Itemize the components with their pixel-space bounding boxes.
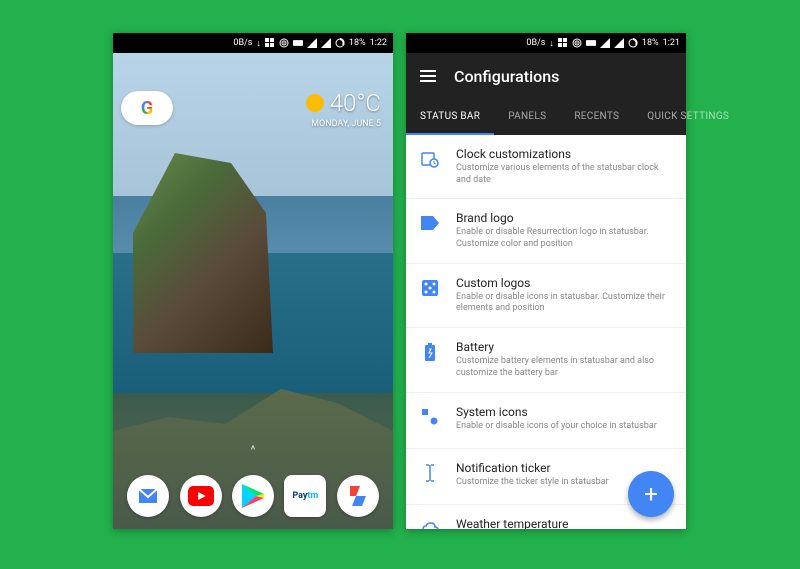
setting-custom-logos[interactable]: Custom logos Enable or disable icons in … bbox=[406, 264, 686, 328]
settings-list[interactable]: Clock customizations Customize various e… bbox=[406, 135, 686, 529]
setting-desc: Customize various elements of the status… bbox=[456, 163, 674, 186]
net-speed: 0B/s bbox=[233, 38, 252, 48]
setting-title: Weather temperature bbox=[456, 517, 674, 530]
app-bar: Configurations bbox=[406, 53, 686, 99]
app-drawer-indicator[interactable]: ^ bbox=[250, 443, 255, 457]
hotspot-icon bbox=[279, 38, 289, 48]
setting-battery[interactable]: Battery Customize battery elements in st… bbox=[406, 328, 686, 392]
setting-title: Battery bbox=[456, 340, 674, 354]
signal2-icon bbox=[321, 38, 331, 48]
google-search-pill[interactable]: G bbox=[121, 91, 173, 125]
clock: 1:22 bbox=[370, 38, 387, 48]
phone-home-screen: 0B/s ↓ 18% 1:22 G 40°C MONDAY, JUNE 5 ^ bbox=[113, 33, 393, 529]
tab-recents[interactable]: RECENTS bbox=[560, 99, 633, 135]
signal2-icon bbox=[614, 38, 624, 48]
inbox-app-icon[interactable] bbox=[127, 475, 169, 517]
volte-icon bbox=[586, 38, 596, 48]
signal-icon bbox=[307, 38, 317, 48]
windows-icon bbox=[265, 38, 275, 48]
weather-widget[interactable]: 40°C MONDAY, JUNE 5 bbox=[306, 89, 381, 129]
paytm-icon: Paytm bbox=[292, 491, 318, 501]
setting-desc: Enable or disable Resurrection logo in s… bbox=[456, 227, 674, 250]
setting-brand-logo[interactable]: Brand logo Enable or disable Resurrectio… bbox=[406, 199, 686, 263]
tab-panels[interactable]: PANELS bbox=[494, 99, 560, 135]
app-bar-title: Configurations bbox=[454, 67, 559, 86]
weather-temperature: 40°C bbox=[330, 89, 381, 117]
youtube-icon bbox=[188, 486, 214, 506]
tez-app-icon[interactable] bbox=[337, 475, 379, 517]
download-icon: ↓ bbox=[549, 38, 554, 49]
tab-quick-settings[interactable]: QUICK SETTINGS bbox=[633, 99, 743, 135]
paytm-app-icon[interactable]: Paytm bbox=[284, 475, 326, 517]
hotspot-icon bbox=[572, 38, 582, 48]
dock: Paytm bbox=[113, 469, 393, 523]
clock: 1:21 bbox=[663, 38, 680, 48]
battery-percent: 18% bbox=[642, 38, 659, 48]
setting-desc: Customize battery elements in statusbar … bbox=[456, 356, 674, 379]
setting-title: System icons bbox=[456, 405, 674, 419]
setting-title: Custom logos bbox=[456, 276, 674, 290]
battery-icon bbox=[420, 342, 440, 362]
status-bar: 0B/s ↓ 18% 1:21 bbox=[406, 33, 686, 53]
google-g-icon: G bbox=[141, 98, 153, 119]
play-store-icon bbox=[242, 484, 264, 508]
dice-icon bbox=[420, 278, 440, 298]
status-bar: 0B/s ↓ 18% 1:22 bbox=[113, 33, 393, 53]
signal-icon bbox=[600, 38, 610, 48]
phone-settings-screen: 0B/s ↓ 18% 1:21 Configurations STATUS BA… bbox=[406, 33, 686, 529]
setting-system-icons[interactable]: System icons Enable or disable icons of … bbox=[406, 393, 686, 449]
inbox-icon bbox=[136, 484, 160, 508]
youtube-app-icon[interactable] bbox=[180, 475, 222, 517]
cursor-icon bbox=[420, 463, 440, 483]
weather-row: 40°C bbox=[306, 89, 381, 117]
setting-clock-customizations[interactable]: Clock customizations Customize various e… bbox=[406, 135, 686, 199]
play-store-app-icon[interactable] bbox=[232, 475, 274, 517]
shapes-icon bbox=[420, 407, 440, 427]
net-speed: 0B/s bbox=[526, 38, 545, 48]
calendar-clock-icon bbox=[420, 149, 440, 169]
download-icon: ↓ bbox=[256, 38, 261, 49]
home-screen[interactable]: G 40°C MONDAY, JUNE 5 ^ Paytm bbox=[113, 53, 393, 529]
cloud-icon bbox=[420, 519, 440, 530]
volte-icon bbox=[293, 38, 303, 48]
tab-status-bar[interactable]: STATUS BAR bbox=[406, 99, 494, 135]
tag-icon bbox=[420, 213, 440, 233]
setting-title: Brand logo bbox=[456, 211, 674, 225]
battery-icon bbox=[628, 38, 638, 48]
windows-icon bbox=[558, 38, 568, 48]
plus-icon: + bbox=[644, 480, 658, 508]
menu-icon[interactable] bbox=[420, 70, 436, 82]
battery-percent: 18% bbox=[349, 38, 366, 48]
fab-add-button[interactable]: + bbox=[628, 471, 674, 517]
tab-bar: STATUS BAR PANELS RECENTS QUICK SETTINGS bbox=[406, 99, 686, 135]
sun-icon bbox=[306, 94, 324, 112]
battery-icon bbox=[335, 38, 345, 48]
weather-date: MONDAY, JUNE 5 bbox=[306, 119, 381, 129]
setting-desc: Enable or disable icons in statusbar. Cu… bbox=[456, 292, 674, 315]
setting-desc: Enable or disable icons of your choice i… bbox=[456, 421, 674, 433]
tez-icon bbox=[346, 484, 370, 508]
setting-title: Clock customizations bbox=[456, 147, 674, 161]
